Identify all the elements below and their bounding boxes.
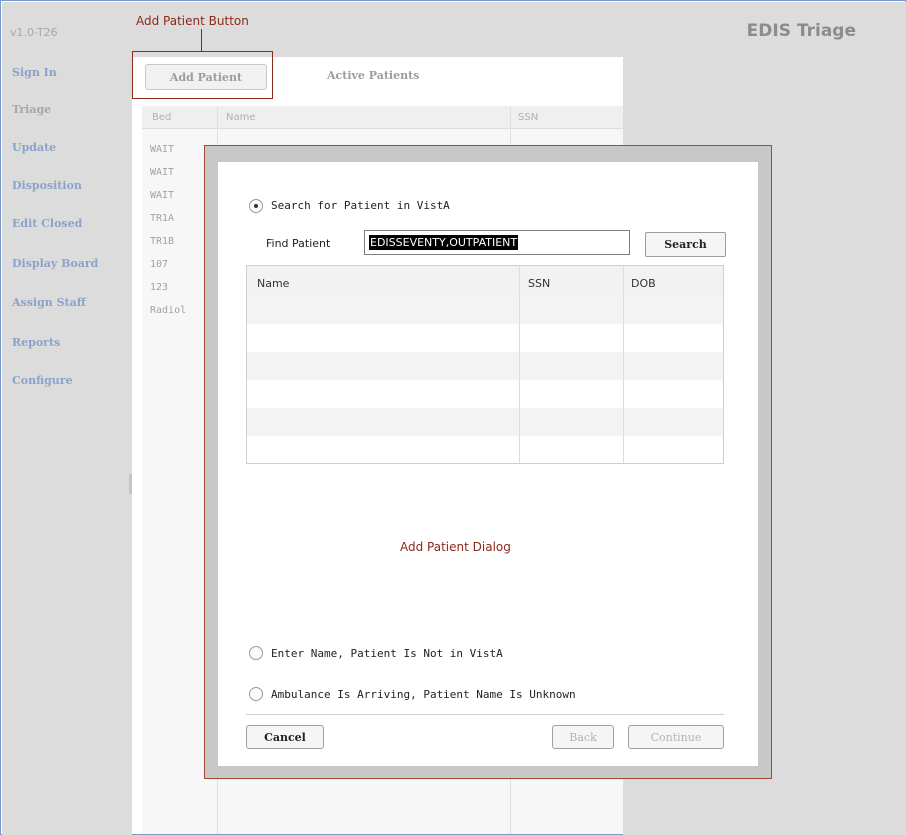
add-patient-button-callout: Add Patient Button [136, 14, 249, 28]
find-patient-label: Find Patient [266, 237, 331, 250]
table-row-bed[interactable]: WAIT [150, 190, 174, 201]
search-button[interactable]: Search [645, 232, 726, 257]
app-header: v1.0-T26 EDIS Triage [2, 2, 906, 57]
callout-highlight-box [132, 51, 273, 99]
splitter-grip[interactable] [129, 474, 132, 494]
radio-selected-icon[interactable] [249, 199, 263, 213]
table-row-bed[interactable]: 123 [150, 282, 168, 293]
table-row[interactable] [247, 352, 723, 380]
sidebar-item-edit-closed[interactable]: Edit Closed [12, 217, 82, 230]
dialog-body: Search for Patient in VistA Find Patient… [218, 162, 758, 766]
column-header-ssn[interactable]: SSN [518, 112, 538, 123]
column-divider [519, 266, 520, 463]
radio-unselected-icon[interactable] [249, 687, 263, 701]
table-row[interactable] [247, 436, 723, 464]
version-label: v1.0-T26 [10, 26, 58, 39]
column-header-name[interactable]: Name [226, 112, 256, 123]
radio-dot [254, 204, 258, 208]
sidebar-item-assign-staff[interactable]: Assign Staff [12, 296, 86, 309]
table-row-bed[interactable]: TR1A [150, 213, 174, 224]
sidebar-item-display-board[interactable]: Display Board [12, 257, 98, 270]
table-row-bed[interactable]: WAIT [150, 167, 174, 178]
column-header-dob[interactable]: DOB [631, 277, 656, 290]
table-row-bed[interactable]: Radiol [150, 305, 186, 316]
results-header: Name SSN DOB [247, 266, 723, 297]
table-row[interactable] [247, 296, 723, 324]
sidebar-nav: Sign In Triage Update Disposition Edit C… [2, 57, 132, 835]
column-header-name[interactable]: Name [257, 277, 289, 290]
sidebar-item-reports[interactable]: Reports [12, 336, 60, 349]
cancel-button[interactable]: Cancel [246, 725, 324, 749]
table-row[interactable] [247, 324, 723, 352]
table-row[interactable] [247, 408, 723, 436]
app-title: EDIS Triage [746, 21, 856, 41]
table-row-bed[interactable]: 107 [150, 259, 168, 270]
enter-name-option-label[interactable]: Enter Name, Patient Is Not in VistA [271, 647, 503, 660]
back-button[interactable]: Back [552, 725, 614, 749]
find-patient-input-value[interactable]: EDISSEVENTY,OUTPATIENT [369, 235, 519, 250]
column-header-bed[interactable]: Bed [152, 112, 171, 123]
sidebar-item-update[interactable]: Update [12, 141, 56, 154]
ambulance-option-label[interactable]: Ambulance Is Arriving, Patient Name Is U… [271, 688, 576, 701]
table-header: Bed Name SSN [142, 106, 623, 129]
search-results-table: Name SSN DOB [246, 265, 724, 464]
callout-connector [201, 29, 202, 52]
dialog-caption: Add Patient Dialog [400, 540, 511, 554]
footer-divider [246, 714, 724, 715]
radio-unselected-icon[interactable] [249, 646, 263, 660]
app-window: v1.0-T26 EDIS Triage Sign In Triage Upda… [0, 0, 906, 835]
sidebar-item-disposition[interactable]: Disposition [12, 179, 82, 192]
sidebar-item-sign-in[interactable]: Sign In [12, 66, 57, 79]
continue-button[interactable]: Continue [628, 725, 724, 749]
table-row-bed[interactable]: WAIT [150, 144, 174, 155]
sidebar-item-configure[interactable]: Configure [12, 374, 73, 387]
column-divider [623, 266, 624, 463]
add-patient-dialog: Search for Patient in VistA Find Patient… [204, 145, 772, 779]
table-row-bed[interactable]: TR1B [150, 236, 174, 247]
column-header-ssn[interactable]: SSN [528, 277, 550, 290]
search-vista-option-label[interactable]: Search for Patient in VistA [271, 199, 450, 212]
sidebar-item-triage[interactable]: Triage [12, 103, 51, 116]
table-row[interactable] [247, 380, 723, 408]
active-patients-label: Active Patients [327, 69, 420, 82]
